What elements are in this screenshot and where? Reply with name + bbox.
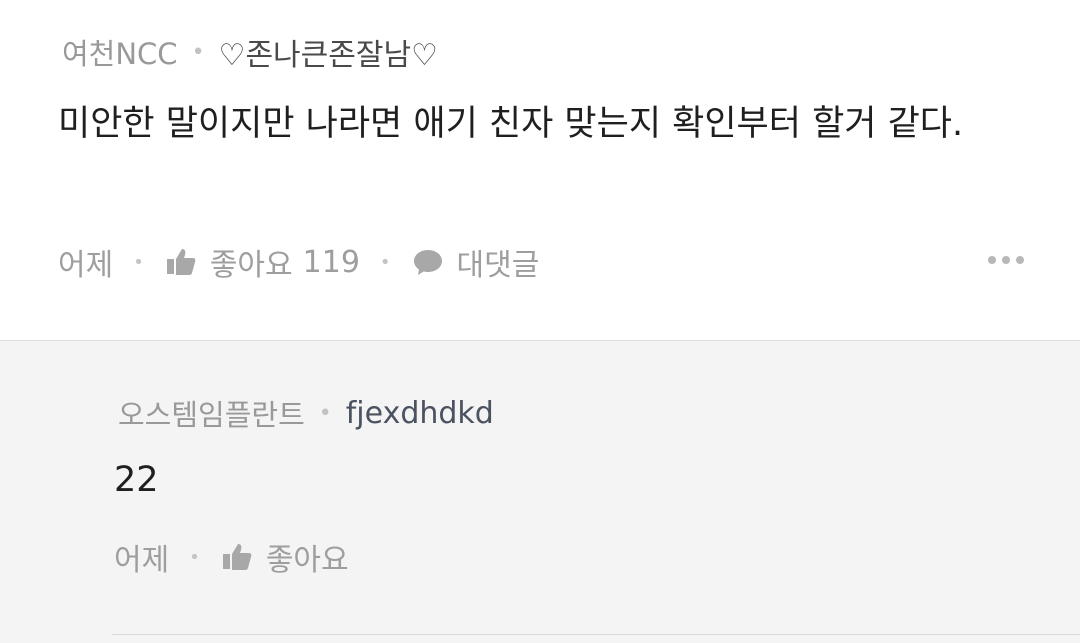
thumbs-up-icon (164, 245, 198, 279)
thumbs-up-icon (220, 540, 254, 574)
separator-dot: • (191, 39, 205, 65)
reply-label: 대댓글 (456, 248, 540, 283)
separator-dot: • (379, 251, 391, 273)
more-dots-icon (1002, 256, 1010, 264)
reply-button[interactable]: 대댓글 (411, 240, 540, 284)
author-nickname[interactable]: ♡존나큰존잘남♡ (219, 30, 438, 74)
more-options-button[interactable] (988, 256, 1024, 264)
reply-actions: 어제 • 좋아요 (114, 531, 349, 583)
comment-item: 여천NCC • ♡존나큰존잘남♡ 미안한 말이지만 나라면 애기 친자 맞는지 … (0, 0, 1080, 340)
comment-thread: 여천NCC • ♡존나큰존잘남♡ 미안한 말이지만 나라면 애기 친자 맞는지 … (0, 0, 1080, 643)
community-name[interactable]: 오스템임플란트 (118, 392, 305, 434)
reply-body: 22 (114, 460, 159, 500)
reply-time: 어제 (114, 543, 170, 578)
comment-meta: 여천NCC • ♡존나큰존잘남♡ (62, 28, 438, 76)
reply-item: 오스템임플란트 • fjexdhdkd 22 어제 • 좋아요 (0, 341, 1080, 643)
bottom-divider (112, 634, 1080, 635)
separator-dot: • (133, 251, 144, 273)
more-dots-icon (1016, 256, 1024, 264)
comment-actions: 어제 • 좋아요 119 • 대댓글 (58, 236, 539, 288)
speech-bubble-icon (411, 245, 445, 279)
like-button[interactable]: 좋아요 119 (164, 240, 360, 284)
reply-meta: 오스템임플란트 • fjexdhdkd (118, 389, 494, 437)
comment-time: 어제 (58, 248, 114, 283)
separator-dot: • (318, 400, 332, 426)
author-nickname[interactable]: fjexdhdkd (346, 396, 494, 431)
like-count: 119 (302, 244, 360, 280)
more-dots-icon (988, 256, 996, 264)
community-name[interactable]: 여천NCC (62, 31, 178, 73)
like-label: 좋아요 (265, 543, 349, 578)
comment-body: 미안한 말이지만 나라면 애기 친자 맞는지 확인부터 할거 같다. (58, 104, 964, 144)
like-label: 좋아요 (209, 248, 293, 283)
like-button[interactable]: 좋아요 (220, 535, 349, 579)
separator-dot: • (189, 546, 200, 568)
